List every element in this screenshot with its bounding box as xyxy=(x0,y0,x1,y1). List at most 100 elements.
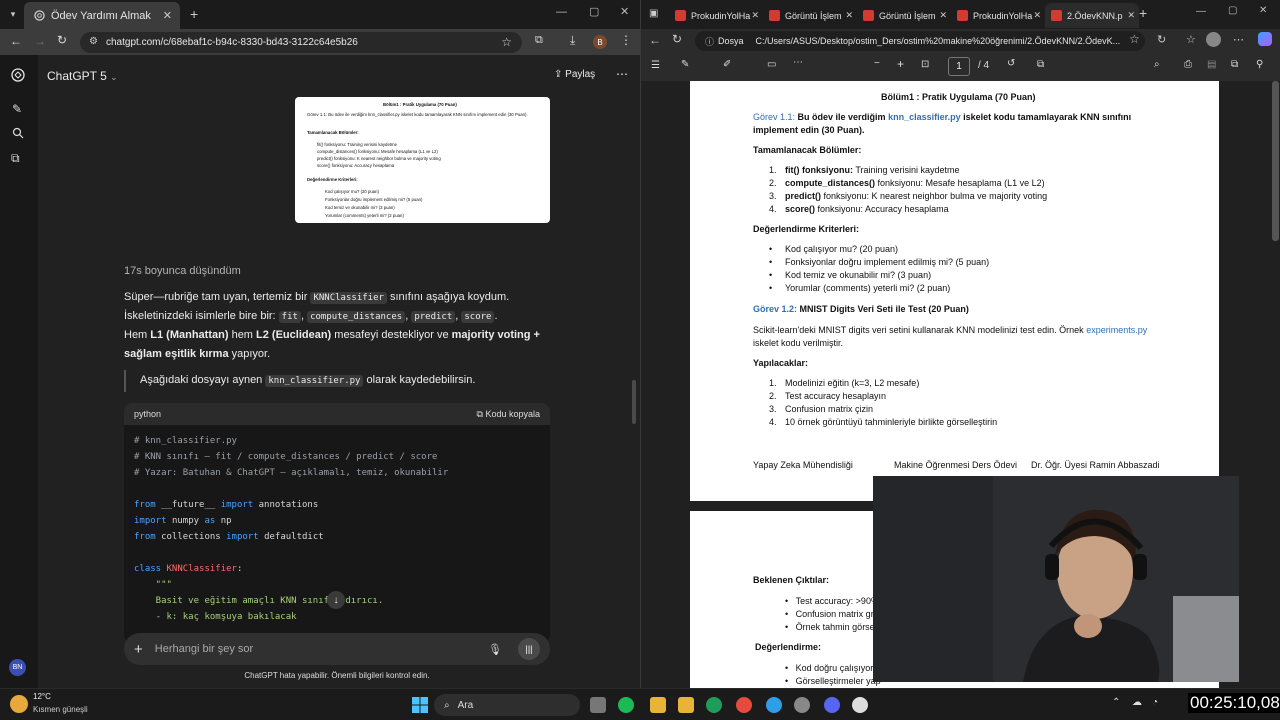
tab-pdf-active[interactable]: 2.ÖdevKNN.p ✕ xyxy=(1045,3,1139,28)
more-options-icon[interactable]: ⋯ xyxy=(616,67,628,81)
contents-icon[interactable]: ☰ xyxy=(651,60,660,71)
wifi-icon[interactable]: ◔ xyxy=(1152,697,1158,708)
weather-temp[interactable]: 12°C xyxy=(33,692,51,701)
tab-search-icon[interactable]: ▾ xyxy=(6,7,20,21)
tab-actions-icon[interactable]: ▣ xyxy=(649,8,658,19)
windows-start-icon[interactable] xyxy=(412,697,428,713)
url-field[interactable]: ⚙ chatgpt.com/c/68ebaf1c-b94c-8330-bd43-… xyxy=(80,32,522,53)
pin-toolbar-icon[interactable]: ⚲ xyxy=(1256,59,1263,70)
file-explorer-icon[interactable] xyxy=(650,697,666,713)
scrollbar-thumb[interactable] xyxy=(632,380,636,424)
more-tools-icon[interactable]: ⋯ xyxy=(793,57,803,68)
task2-paragraph: Scikit-learn'deki MNIST digits veri seti… xyxy=(753,324,1147,337)
model-selector[interactable]: ChatGPT 5 ⌄ xyxy=(47,69,118,83)
search-pdf-icon[interactable]: ⌕ xyxy=(1154,59,1160,70)
thinking-indicator[interactable]: 17s boyunca düşündüm xyxy=(124,262,544,281)
reload-icon[interactable]: ↻ xyxy=(672,32,682,46)
site-info-icon[interactable]: ⚙ xyxy=(89,36,98,47)
refresh-extension-icon[interactable]: ↻ xyxy=(1157,33,1166,46)
browser-menu-icon[interactable]: ⋮ xyxy=(620,33,632,47)
new-tab-icon[interactable]: + xyxy=(190,6,198,22)
spotify-icon[interactable] xyxy=(618,697,634,713)
tab-chatgpt[interactable]: Ödev Yardımı Almak ✕ xyxy=(24,2,180,29)
close-tab-icon[interactable]: ✕ xyxy=(1127,10,1135,21)
bookmark-star-icon[interactable]: ☆ xyxy=(501,35,512,49)
close-tab-icon[interactable]: ✕ xyxy=(845,10,853,21)
close-window-icon[interactable]: ✕ xyxy=(1259,5,1267,16)
folder-icon[interactable] xyxy=(678,697,694,713)
close-tab-icon[interactable]: ✕ xyxy=(1033,10,1041,21)
favorite-star-icon[interactable]: ☆ xyxy=(1129,32,1140,46)
onedrive-icon[interactable]: ☁ xyxy=(1132,697,1142,708)
print-icon[interactable]: ⎙ xyxy=(1184,59,1192,70)
whatsapp-icon[interactable] xyxy=(706,697,722,713)
tray-chevron-icon[interactable]: ⌃ xyxy=(1112,697,1120,708)
taskbar-search[interactable]: ⌕ Ara xyxy=(434,694,580,716)
inline-code: compute_distances xyxy=(307,311,406,323)
openai-logo-icon[interactable] xyxy=(10,67,26,83)
close-window-icon[interactable]: ✕ xyxy=(620,5,629,18)
close-tab-icon[interactable]: ✕ xyxy=(751,10,759,21)
scroll-down-icon[interactable]: ↓ xyxy=(327,591,345,609)
prompt-input[interactable]: + Herhangi bir şey sor 🎙 ||| xyxy=(124,633,550,665)
tab-pdf[interactable]: Görüntü İşlem ✕ xyxy=(857,3,951,28)
share-button[interactable]: ⇪ Paylaş xyxy=(554,69,595,80)
library-icon[interactable]: ⧉ xyxy=(11,151,20,166)
file-link[interactable]: knn_classifier.py xyxy=(888,112,961,122)
chat-thread: Bölüm1 : Pratik Uygulama (70 Puan) Görev… xyxy=(38,95,640,688)
zoom-out-icon[interactable]: − xyxy=(874,58,880,69)
maximize-icon[interactable]: ▢ xyxy=(589,5,599,18)
pdf-page-1: Bölüm1 : Pratik Uygulama (70 Puan) Görev… xyxy=(690,81,1219,501)
page-number-input[interactable]: 1 xyxy=(948,57,970,76)
user-avatar[interactable]: BN xyxy=(9,659,26,676)
forward-icon[interactable]: → xyxy=(34,34,46,48)
save-icon[interactable]: ▤ xyxy=(1207,59,1216,70)
clock-app-icon[interactable] xyxy=(852,697,868,713)
tab-pdf[interactable]: Görüntü İşlem ✕ xyxy=(763,3,857,28)
maximize-icon[interactable]: ▢ xyxy=(1228,5,1237,16)
profile-avatar[interactable] xyxy=(1206,32,1221,47)
close-tab-icon[interactable]: ✕ xyxy=(163,9,172,22)
tab-pdf[interactable]: ProkudinYolHa ✕ xyxy=(669,3,763,28)
copilot-icon[interactable] xyxy=(1258,32,1272,46)
weather-desc[interactable]: Kısmen güneşli xyxy=(33,705,88,714)
close-tab-icon[interactable]: ✕ xyxy=(939,10,947,21)
new-tab-icon[interactable]: + xyxy=(1139,5,1147,21)
settings-gear-icon[interactable] xyxy=(794,697,810,713)
weather-icon[interactable] xyxy=(10,695,28,713)
pdf-scrollbar-thumb[interactable] xyxy=(1272,81,1279,241)
attach-plus-icon[interactable]: + xyxy=(134,641,143,658)
favorites-icon[interactable]: ☆ xyxy=(1186,33,1196,46)
edge-icon[interactable] xyxy=(766,697,782,713)
url-field[interactable]: ⓘ Dosya C:/Users/ASUS/Desktop/ostim_Ders… xyxy=(695,31,1145,51)
copy-code-button[interactable]: ⧉ Kodu kopyala xyxy=(477,409,541,420)
microphone-icon[interactable]: 🎙 xyxy=(488,643,502,656)
save-as-icon[interactable]: ⧉ xyxy=(1231,59,1238,70)
page-view-icon[interactable]: ⧉ xyxy=(1037,59,1044,70)
zoom-in-icon[interactable]: + xyxy=(897,57,904,71)
download-icon[interactable]: ⤓ xyxy=(570,33,575,48)
file-link[interactable]: experiments.py xyxy=(1086,325,1147,335)
draw-icon[interactable]: ✐ xyxy=(723,59,731,70)
attached-image-thumbnail[interactable]: Bölüm1 : Pratik Uygulama (70 Puan) Görev… xyxy=(295,97,550,223)
rotate-icon[interactable]: ↺ xyxy=(1007,58,1015,69)
search-chats-icon[interactable] xyxy=(12,127,24,139)
voice-mode-icon[interactable]: ||| xyxy=(518,638,540,660)
task-view-icon[interactable] xyxy=(590,697,606,713)
back-icon[interactable]: ← xyxy=(649,33,661,47)
new-chat-icon[interactable]: ✎ xyxy=(12,102,22,116)
text: Aşağıdaki dosyayı aynen xyxy=(140,374,266,386)
back-icon[interactable]: ← xyxy=(10,34,22,48)
minimize-icon[interactable]: — xyxy=(556,6,567,18)
more-icon[interactable]: ⋯ xyxy=(1233,33,1244,46)
tab-pdf[interactable]: ProkudinYolHa ✕ xyxy=(951,3,1045,28)
read-aloud-icon[interactable]: ▭ xyxy=(767,59,776,70)
profile-avatar[interactable]: B xyxy=(593,35,607,49)
minimize-icon[interactable]: — xyxy=(1196,6,1206,17)
fit-page-icon[interactable]: ⊡ xyxy=(921,59,929,70)
reload-icon[interactable]: ↻ xyxy=(57,33,67,47)
extensions-icon[interactable]: ⧉ xyxy=(535,34,543,47)
discord-icon[interactable] xyxy=(824,697,840,713)
highlight-icon[interactable]: ✎ xyxy=(681,59,689,70)
chrome-icon[interactable] xyxy=(736,697,752,713)
